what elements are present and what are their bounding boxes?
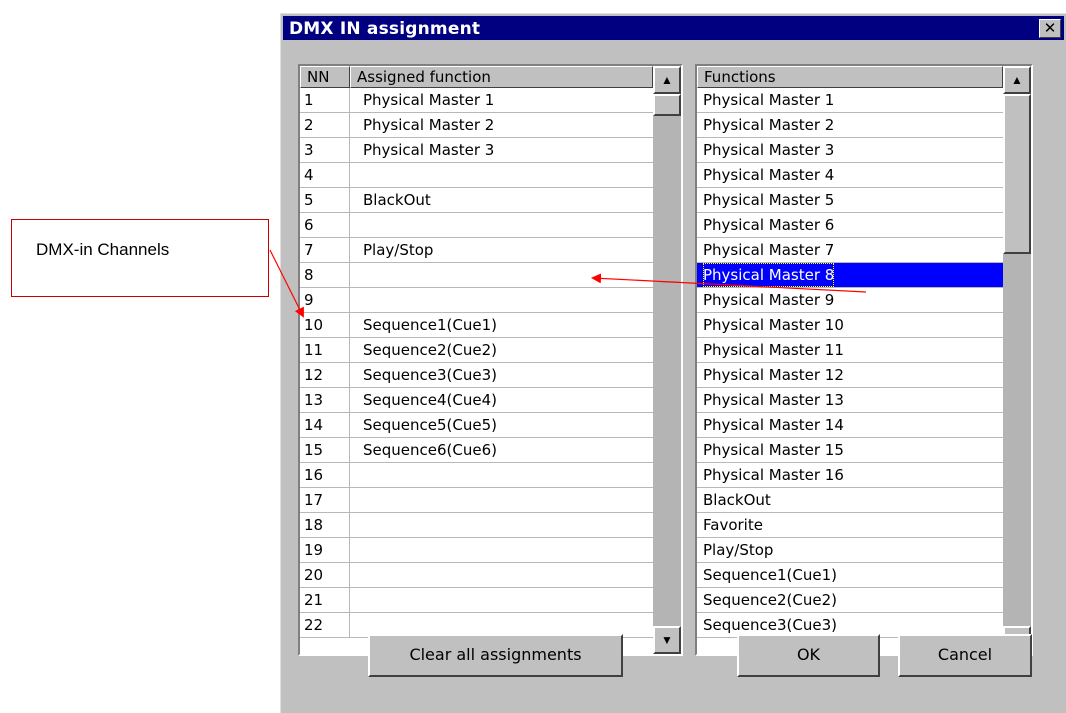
assign-arrow <box>591 273 867 293</box>
callout-arrow <box>269 249 304 318</box>
annotation-arrows <box>269 249 867 318</box>
